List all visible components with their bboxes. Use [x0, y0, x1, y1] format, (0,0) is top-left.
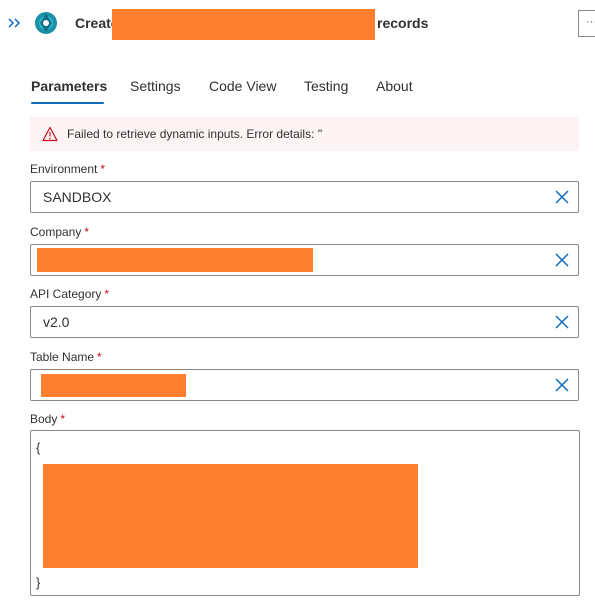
table-name-label-text: Table Name	[30, 350, 95, 364]
table-name-field[interactable]	[30, 369, 579, 401]
api-category-label-text: API Category	[30, 287, 102, 301]
close-icon[interactable]	[554, 189, 570, 205]
action-details-panel: Create records ··· Parameters Settings C…	[0, 0, 595, 601]
required-marker: *	[60, 412, 66, 426]
table-name-redaction	[41, 374, 186, 397]
api-category-field[interactable]: v2.0	[30, 306, 579, 338]
warning-triangle-icon	[42, 126, 58, 142]
environment-label-text: Environment	[30, 162, 98, 176]
title-redaction	[112, 9, 375, 40]
table-name-label: Table Name *	[30, 350, 102, 364]
body-close-brace: }	[36, 575, 41, 590]
error-message-bar: Failed to retrieve dynamic inputs. Error…	[30, 117, 579, 151]
company-label-text: Company	[30, 225, 82, 239]
environment-field[interactable]: SANDBOX	[30, 181, 579, 213]
tab-testing[interactable]: Testing	[304, 78, 348, 94]
body-open-brace: {	[36, 440, 41, 455]
company-label: Company *	[30, 225, 89, 239]
company-redaction	[37, 248, 313, 272]
active-tab-indicator	[31, 102, 104, 104]
environment-label: Environment *	[30, 162, 105, 176]
body-label: Body *	[30, 412, 65, 426]
tab-settings[interactable]: Settings	[130, 78, 181, 94]
close-icon[interactable]	[554, 314, 570, 330]
error-message-text: Failed to retrieve dynamic inputs. Error…	[67, 127, 323, 141]
required-marker: *	[100, 162, 106, 176]
body-redaction	[43, 464, 418, 568]
environment-value: SANDBOX	[43, 189, 112, 205]
body-label-text: Body	[30, 412, 58, 426]
required-marker: *	[97, 350, 102, 364]
app-logo-icon	[34, 11, 58, 35]
tab-code-view[interactable]: Code View	[209, 78, 276, 94]
tab-parameters[interactable]: Parameters	[31, 78, 107, 94]
title-suffix: records	[377, 15, 429, 31]
required-marker: *	[104, 287, 110, 301]
required-marker: *	[84, 225, 90, 239]
company-field[interactable]	[30, 244, 579, 276]
api-category-label: API Category *	[30, 287, 109, 301]
body-editor[interactable]: { }	[30, 430, 580, 596]
expand-panel-icon[interactable]	[6, 14, 24, 32]
close-icon[interactable]	[554, 377, 570, 393]
tab-about[interactable]: About	[376, 78, 413, 94]
close-icon[interactable]	[554, 252, 570, 268]
more-options-button[interactable]: ···	[578, 10, 595, 37]
api-category-value: v2.0	[43, 314, 70, 330]
